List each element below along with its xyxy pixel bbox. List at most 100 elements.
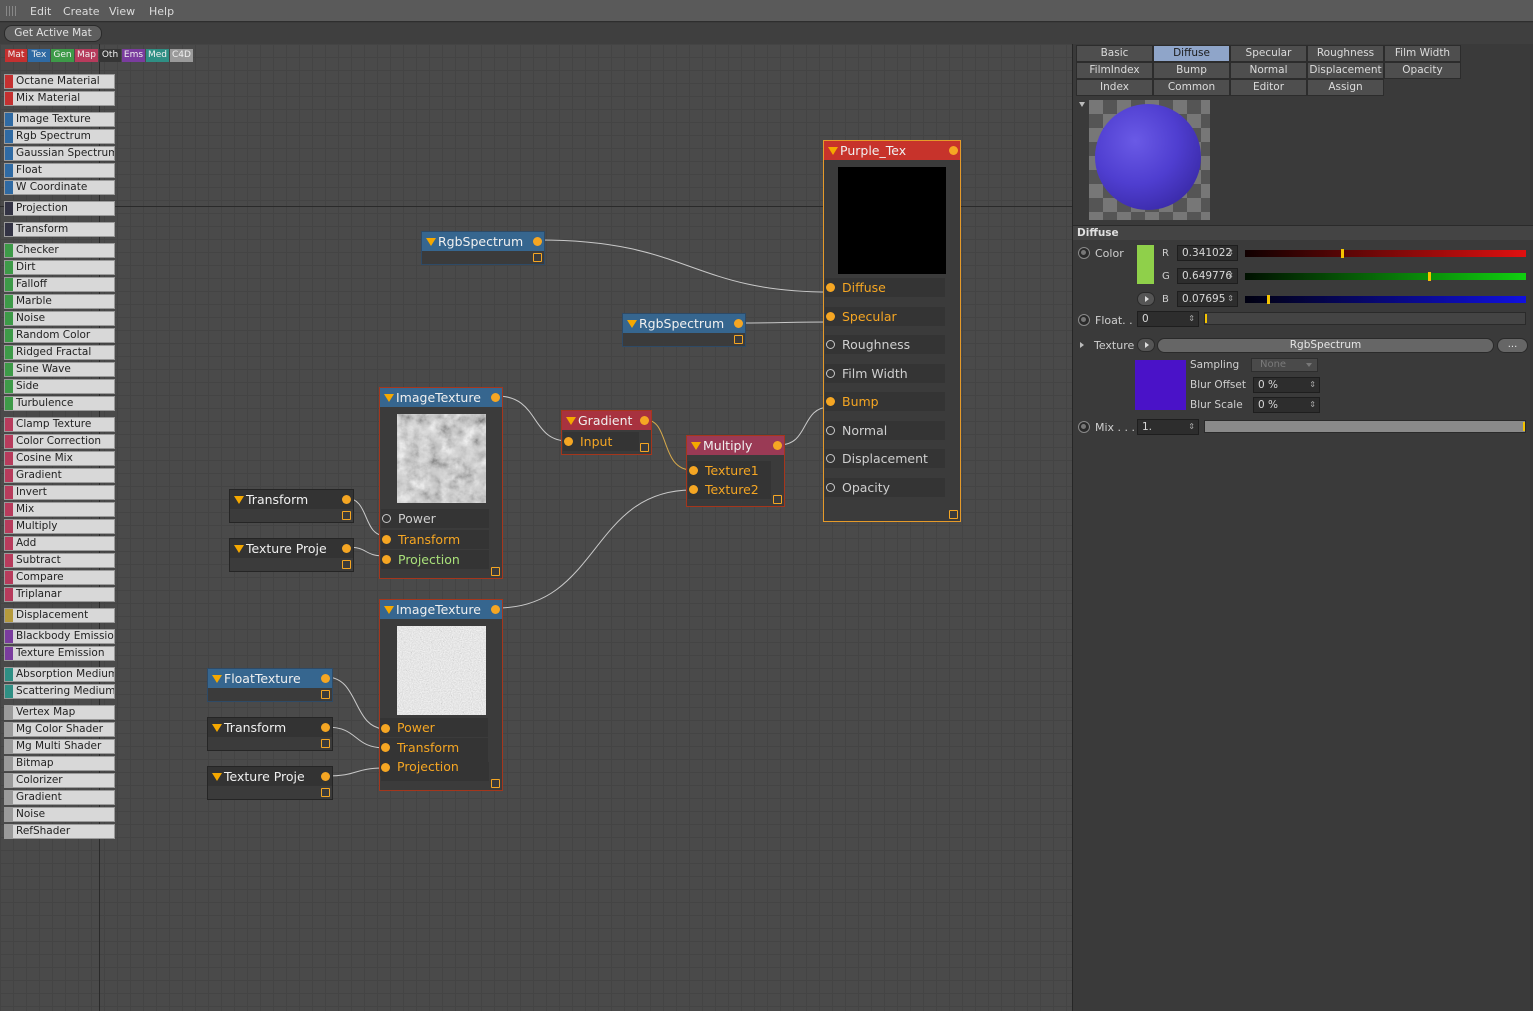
tab-common[interactable]: Common [1153, 79, 1230, 96]
collapse-triangle-icon[interactable] [212, 724, 222, 732]
float-slider-knob[interactable] [1205, 314, 1207, 323]
b-field[interactable]: 0.07695 ⇕ [1177, 291, 1238, 307]
palette-item[interactable]: Sine Wave [4, 362, 115, 377]
node-multiply[interactable]: Multiply Texture1 Texture2 [686, 435, 785, 507]
pin-roughness[interactable]: Roughness [825, 335, 945, 354]
img2-input-port-projection[interactable] [381, 763, 390, 772]
node-header[interactable]: ImageTexture [380, 388, 502, 407]
tab-normal[interactable]: Normal [1230, 62, 1307, 79]
tab-filmindex[interactable]: FilmIndex [1076, 62, 1153, 79]
node-floattexture[interactable]: FloatTexture [207, 668, 333, 702]
pin-texture2[interactable]: Texture2 [688, 480, 771, 499]
menu-edit[interactable]: Edit [30, 5, 51, 18]
palette-item[interactable]: Displacement [4, 608, 115, 623]
palette-item[interactable]: Noise [4, 311, 115, 326]
resize-handle-icon[interactable] [773, 495, 782, 504]
collapse-triangle-icon[interactable] [426, 238, 436, 246]
node-transform-2[interactable]: Transform [207, 717, 333, 751]
node-imagetexture-1[interactable]: ImageTexture Power Transform Projection [379, 387, 503, 579]
palette-item[interactable]: Color Correction [4, 434, 115, 449]
category-tab-gen[interactable]: Gen [51, 49, 74, 62]
palette-item[interactable]: Colorizer [4, 773, 115, 788]
resize-handle-icon[interactable] [949, 510, 958, 519]
pin-displacement[interactable]: Displacement [825, 449, 945, 468]
color-radio[interactable] [1078, 247, 1090, 259]
texture-color-swatch[interactable] [1135, 360, 1186, 410]
float-slider[interactable] [1204, 312, 1526, 325]
g-slider[interactable] [1245, 272, 1526, 281]
collapse-triangle-icon[interactable] [627, 320, 637, 328]
collapse-arrow-icon[interactable] [1079, 102, 1085, 107]
category-tab-med[interactable]: Med [146, 49, 169, 62]
tab-diffuse[interactable]: Diffuse [1153, 45, 1230, 62]
palette-item[interactable]: Dirt [4, 260, 115, 275]
pin-normal[interactable]: Normal [825, 420, 945, 440]
input-port-transform[interactable] [382, 535, 391, 544]
resize-handle-icon[interactable] [491, 567, 500, 576]
node-header[interactable]: Transform [208, 718, 332, 737]
output-port[interactable] [321, 674, 330, 683]
resize-handle-icon[interactable] [640, 443, 649, 452]
output-port[interactable] [342, 544, 351, 553]
palette-item[interactable]: Bitmap [4, 756, 115, 771]
resize-handle-icon[interactable] [321, 739, 330, 748]
palette-item[interactable]: Mg Color Shader [4, 722, 115, 737]
img2-input-port-power[interactable] [381, 724, 390, 733]
input-port-roughness[interactable] [826, 340, 835, 349]
tab-displacement[interactable]: Displacement [1307, 62, 1384, 79]
texture-shader-button[interactable]: RgbSpectrum [1157, 338, 1494, 353]
resize-handle-icon[interactable] [342, 511, 351, 520]
input-port-input[interactable] [564, 437, 573, 446]
pin-texture1[interactable]: Texture1 [688, 461, 771, 480]
output-port[interactable] [321, 772, 330, 781]
tab-editor[interactable]: Editor [1230, 79, 1307, 96]
input-port-projection[interactable] [382, 555, 391, 564]
palette-item[interactable]: Ridged Fractal [4, 345, 115, 360]
r-field[interactable]: 0.341022 ⇕ [1177, 245, 1238, 261]
node-header[interactable]: FloatTexture [208, 669, 332, 688]
pin-input[interactable]: Input [563, 432, 639, 451]
palette-item[interactable]: Projection [4, 201, 115, 216]
collapse-triangle-icon[interactable] [384, 394, 394, 402]
output-port[interactable] [533, 237, 542, 246]
sampling-dropdown[interactable]: None [1251, 358, 1318, 372]
palette-item[interactable]: Transform [4, 222, 115, 237]
collapse-triangle-icon[interactable] [212, 773, 222, 781]
g-field[interactable]: 0.649776 ⇕ [1177, 268, 1238, 284]
palette-item[interactable]: Subtract [4, 553, 115, 568]
node-rgbspectrum-2[interactable]: RgbSpectrum [622, 313, 746, 347]
blur-scale-field[interactable]: 0 % ⇕ [1253, 397, 1320, 413]
palette-item[interactable]: Mg Multi Shader [4, 739, 115, 754]
category-tab-tex[interactable]: Tex [28, 49, 50, 62]
palette-item[interactable]: Gaussian Spectrum [4, 146, 115, 161]
palette-item[interactable]: Side [4, 379, 115, 394]
grip-icon[interactable] [6, 6, 18, 16]
resize-handle-icon[interactable] [734, 335, 743, 344]
palette-item[interactable]: W Coordinate [4, 180, 115, 195]
output-port[interactable] [491, 393, 500, 402]
menu-help[interactable]: Help [149, 5, 174, 18]
resize-handle-icon[interactable] [342, 560, 351, 569]
collapse-triangle-icon[interactable] [691, 442, 701, 450]
node-header[interactable]: RgbSpectrum [422, 232, 544, 251]
palette-item[interactable]: Checker [4, 243, 115, 258]
output-port[interactable] [640, 416, 649, 425]
palette-item[interactable]: Triplanar [4, 587, 115, 602]
node-header[interactable]: Purple_Tex [824, 141, 960, 160]
palette-item[interactable]: RefShader [4, 824, 115, 839]
palette-item[interactable]: Noise [4, 807, 115, 822]
tab-roughness[interactable]: Roughness [1307, 45, 1384, 62]
img2-pin-transform[interactable]: Transform [380, 738, 488, 757]
tab-assign[interactable]: Assign [1307, 79, 1384, 96]
collapse-triangle-icon[interactable] [566, 417, 576, 425]
node-gradient[interactable]: Gradient Input [561, 410, 652, 455]
palette-item[interactable]: Image Texture [4, 112, 115, 127]
resize-handle-icon[interactable] [491, 779, 500, 788]
node-header[interactable]: Texture Proje [230, 539, 353, 558]
g-slider-knob[interactable] [1428, 272, 1431, 281]
input-port-opacity[interactable] [826, 482, 835, 492]
output-port[interactable] [342, 495, 351, 504]
tab-specular[interactable]: Specular [1230, 45, 1307, 62]
category-tab-oth[interactable]: Oth [99, 49, 121, 62]
palette-item[interactable]: Invert [4, 485, 115, 500]
